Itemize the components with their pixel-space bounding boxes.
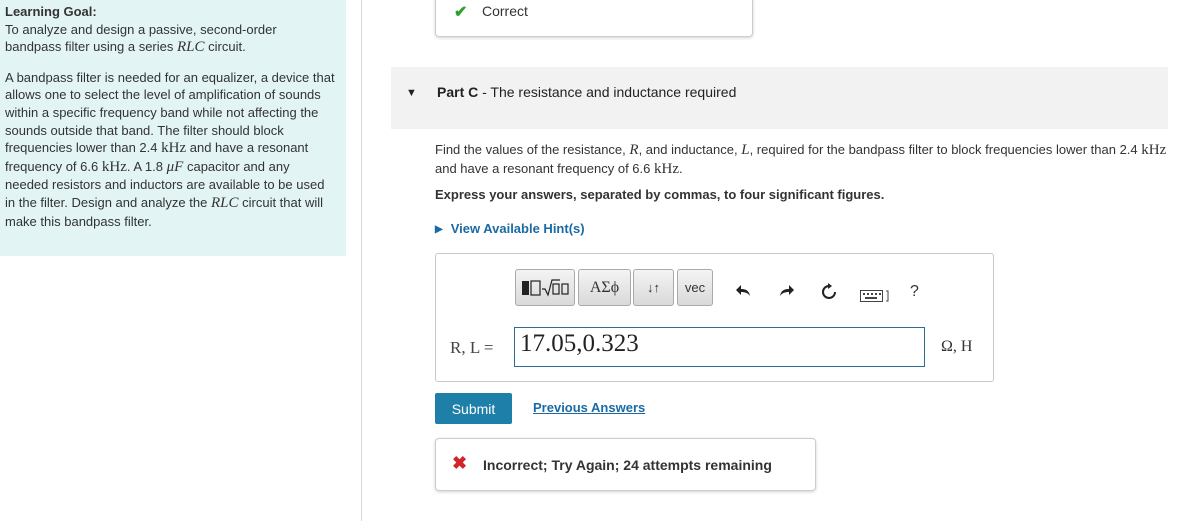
- view-hints-link[interactable]: ▶ View Available Hint(s): [435, 221, 585, 236]
- templates-icon: [522, 278, 569, 297]
- var-l: L: [741, 142, 750, 158]
- help-button[interactable]: ?: [910, 283, 919, 301]
- learning-goal-title: Learning Goal:: [5, 4, 97, 19]
- keyboard-icon[interactable]: [860, 287, 890, 307]
- unit-khz: kHz: [1141, 142, 1167, 158]
- previous-answers-link[interactable]: Previous Answers: [533, 400, 645, 415]
- correct-feedback: ✔ Correct: [435, 0, 753, 37]
- vector-button[interactable]: vec: [677, 269, 713, 306]
- answer-label: R, L =: [450, 338, 494, 357]
- undo-icon[interactable]: [736, 283, 752, 303]
- unit-microfarad: μF: [166, 158, 184, 175]
- part-c-header[interactable]: ▼ Part C - The resistance and inductance…: [391, 67, 1168, 129]
- part-title-text: - The resistance and inductance required: [478, 84, 737, 100]
- learning-goal-tail: circuit.: [208, 39, 246, 55]
- unit-khz: kHz: [101, 158, 127, 175]
- correct-text: Correct: [482, 3, 528, 19]
- part-title: Part C - The resistance and inductance r…: [437, 84, 736, 100]
- reset-icon[interactable]: [820, 283, 838, 306]
- x-icon: ✖: [452, 453, 468, 473]
- answer-units: Ω, H: [941, 338, 973, 355]
- problem-description: A bandpass filter is needed for an equal…: [5, 69, 335, 230]
- answer-box: ΑΣϕ ↓↑ vec ? R, L = 17.05,0.323 Ω, H: [435, 253, 994, 382]
- rlc-math: RLC: [177, 39, 205, 56]
- hints-label[interactable]: View Available Hint(s): [451, 221, 585, 236]
- incorrect-feedback: ✖ Incorrect; Try Again; 24 attempts rema…: [435, 438, 816, 491]
- part-label: Part C: [437, 84, 479, 100]
- answer-instruction: Express your answers, separated by comma…: [435, 187, 885, 202]
- var-r: R: [629, 142, 639, 158]
- expand-triangle-icon: ▶: [435, 224, 443, 235]
- submit-button[interactable]: Submit: [435, 393, 512, 424]
- unit-khz: kHz: [654, 160, 680, 177]
- question-text: Find the values of the resistance, R, an…: [435, 141, 1175, 178]
- unit-khz: kHz: [161, 140, 187, 157]
- checkmark-icon: ✔: [454, 4, 468, 21]
- q-text-4: and have a resonant frequency of 6.6: [435, 160, 651, 176]
- greek-symbols-button[interactable]: ΑΣϕ: [578, 269, 631, 306]
- q-text-2: , and inductance,: [638, 142, 738, 157]
- q-text-5: .: [679, 160, 683, 176]
- templates-button[interactable]: [515, 269, 575, 306]
- column-divider: [361, 0, 362, 521]
- collapse-triangle-icon[interactable]: ▼: [406, 87, 417, 99]
- answer-input[interactable]: 17.05,0.323: [514, 327, 925, 367]
- arrows-button[interactable]: ↓↑: [633, 269, 674, 306]
- rlc-math: RLC: [210, 194, 239, 211]
- redo-icon[interactable]: [778, 283, 794, 303]
- incorrect-text: Incorrect; Try Again; 24 attempts remain…: [483, 457, 772, 473]
- q-text-3: , required for the bandpass filter to bl…: [749, 142, 1138, 157]
- q-text-1: Find the values of the resistance,: [435, 142, 626, 157]
- desc-text-3: . A 1.8: [126, 158, 164, 174]
- learning-goal-panel: Learning Goal: To analyze and design a p…: [0, 0, 346, 256]
